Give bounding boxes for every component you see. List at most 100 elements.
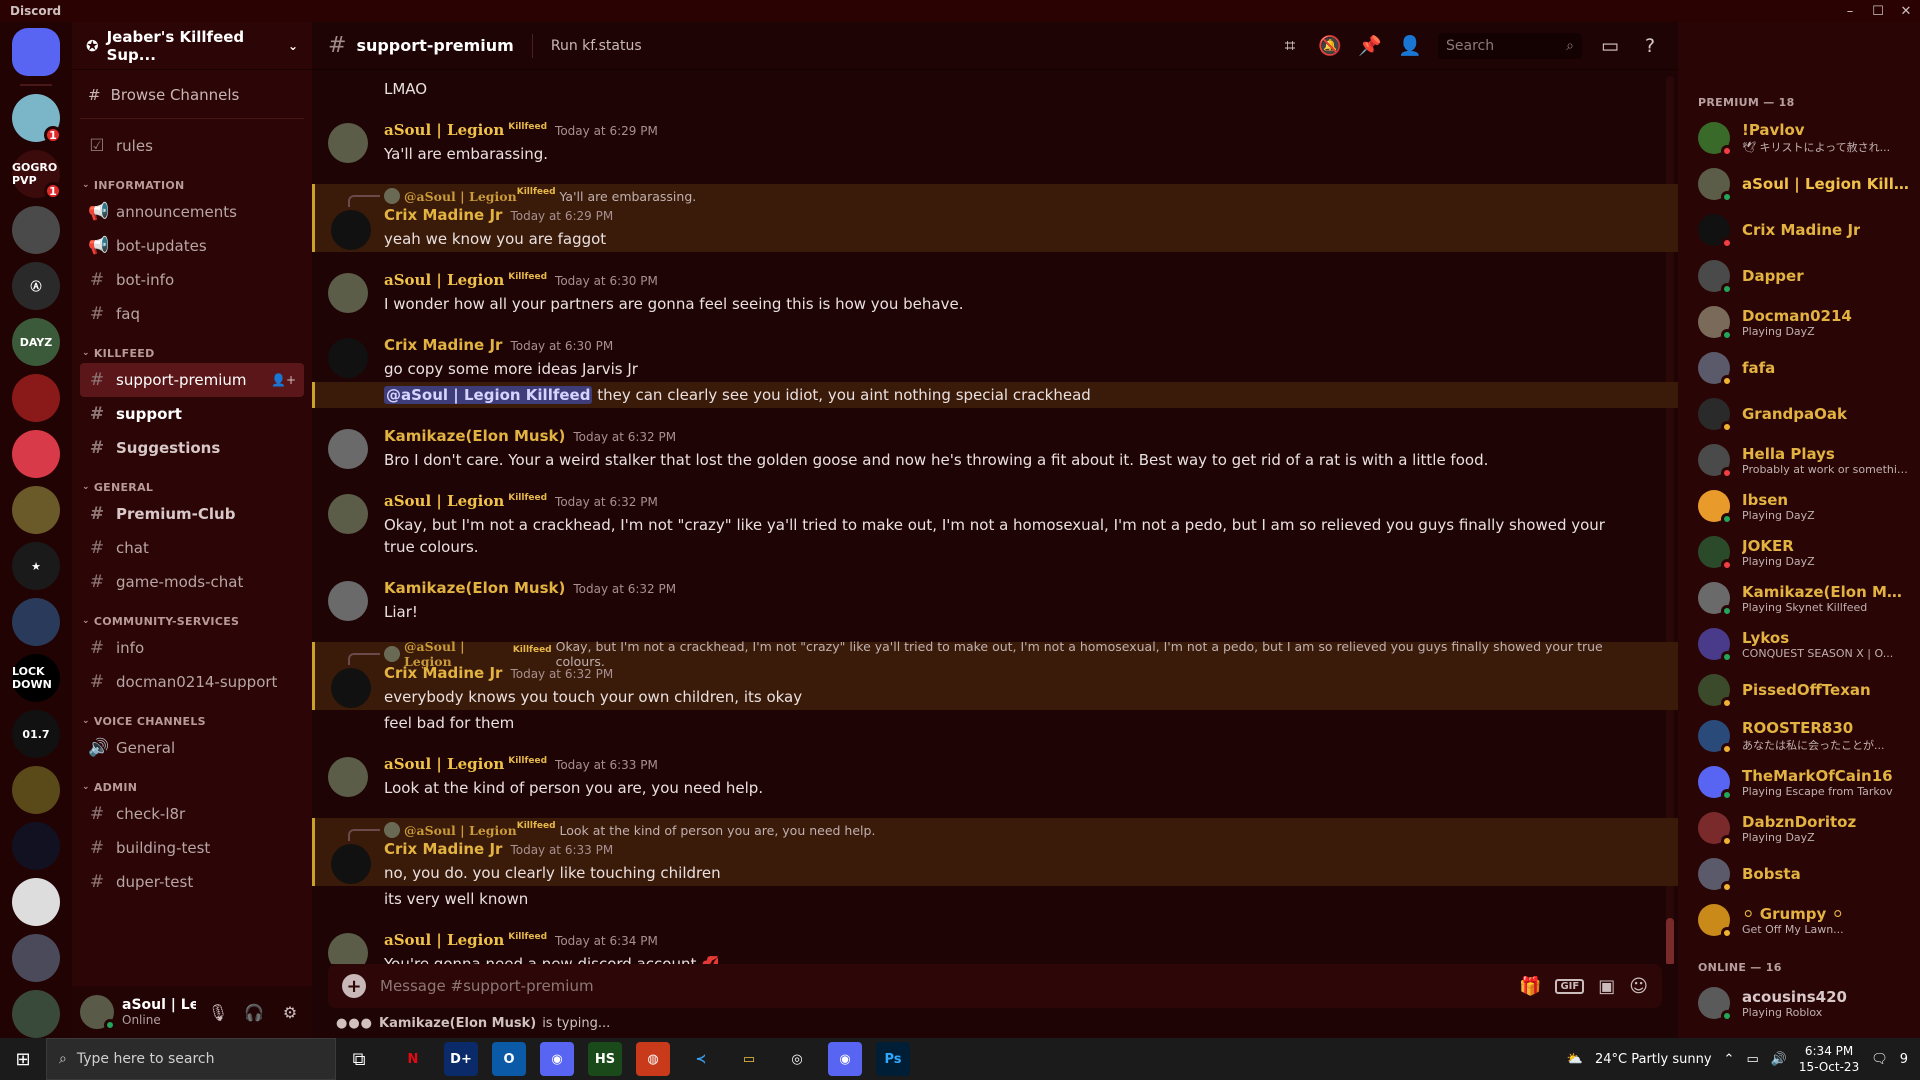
server-icon[interactable] (12, 822, 60, 870)
member-item[interactable]: GrandpaOak (1686, 391, 1912, 437)
task-view-icon[interactable]: ⧉ (336, 1049, 382, 1070)
message-author[interactable]: Kamikaze(Elon Musk) (384, 427, 565, 445)
message-author[interactable]: Kamikaze(Elon Musk) (384, 579, 565, 597)
avatar[interactable] (331, 210, 371, 250)
member-list-icon[interactable]: 👤 (1398, 34, 1422, 57)
taskbar-clock[interactable]: 6:34 PM 15-Oct-23 (1799, 1043, 1859, 1075)
windows-start-icon[interactable]: ⊞ (0, 1049, 46, 1070)
server-icon[interactable]: 1 (12, 94, 62, 144)
channel-rules[interactable]: ☑ rules (80, 129, 304, 163)
message-author[interactable]: aSoul | Legion (384, 931, 504, 949)
search-input[interactable]: Search ⌕ (1438, 32, 1582, 59)
message-author[interactable]: Crix Madine Jr (384, 336, 502, 354)
minimize-button[interactable]: – (1836, 4, 1864, 19)
channel-item[interactable]: # chat (80, 531, 304, 565)
channel-item[interactable]: 🔊 General (80, 731, 304, 765)
server-icon[interactable] (12, 990, 60, 1038)
emoji-icon[interactable]: ☺ (1629, 976, 1648, 997)
taskbar-app-icon[interactable]: O (492, 1042, 526, 1076)
avatar[interactable] (80, 995, 116, 1031)
attach-plus-icon[interactable]: + (342, 974, 366, 998)
avatar[interactable] (328, 338, 368, 378)
server-icon[interactable] (12, 206, 60, 254)
member-item[interactable]: !Pavlov 🕊 キリストによって赦され... (1686, 115, 1912, 161)
channel-item[interactable]: # check-l8r (80, 797, 304, 831)
headphones-icon[interactable]: 🎧 (240, 1003, 268, 1022)
avatar[interactable] (328, 123, 368, 163)
avatar[interactable] (328, 933, 368, 964)
gift-icon[interactable]: 🎁 (1519, 976, 1541, 997)
avatar[interactable] (331, 668, 371, 708)
taskbar-app-icon[interactable]: D+ (444, 1042, 478, 1076)
channel-item[interactable]: 📢 announcements (80, 195, 304, 229)
server-icon[interactable] (12, 934, 60, 982)
server-icon[interactable]: DAYZ (12, 318, 60, 366)
add-member-icon[interactable]: 👤+ (271, 373, 296, 387)
message-author[interactable]: aSoul | Legion (384, 121, 504, 139)
member-item[interactable]: fafa (1686, 345, 1912, 391)
server-icon[interactable]: LOCK DOWN (12, 654, 60, 702)
category-header[interactable]: ⌄ GENERAL (80, 477, 304, 497)
member-item[interactable]: aSoul | Legion Killfeed (1686, 161, 1912, 207)
avatar[interactable] (328, 494, 368, 534)
inbox-icon[interactable]: ▭ (1598, 35, 1622, 57)
network-icon[interactable]: ▭ (1746, 1052, 1758, 1067)
message-input[interactable] (380, 977, 1506, 995)
notification-center-icon[interactable]: 🗨 (1871, 1052, 1888, 1067)
member-item[interactable]: acousins420 Playing Roblox (1686, 980, 1912, 1026)
maximize-button[interactable]: ☐ (1864, 4, 1892, 19)
server-icon[interactable] (12, 28, 60, 76)
taskbar-app-icon[interactable]: ▭ (732, 1042, 766, 1076)
channel-item[interactable]: # docman0214-support (80, 665, 304, 699)
taskbar-app-icon[interactable]: ≺ (684, 1042, 718, 1076)
server-icon[interactable]: GOGRO PVP 1 (12, 150, 62, 200)
channel-item[interactable]: # faq (80, 297, 304, 331)
category-header[interactable]: ⌄ ADMIN (80, 777, 304, 797)
channel-item[interactable]: # support-premium 👤+ (80, 363, 304, 397)
taskbar-app-icon[interactable]: ◎ (780, 1042, 814, 1076)
taskbar-app-icon[interactable]: N (396, 1042, 430, 1076)
chevron-down-icon[interactable]: ⌄ (288, 39, 298, 53)
member-item[interactable]: Bobsta (1686, 851, 1912, 897)
message-author[interactable]: aSoul | Legion (384, 271, 504, 289)
server-icon[interactable]: ★ (12, 542, 60, 590)
taskbar-app-icon[interactable]: ◉ (828, 1042, 862, 1076)
tray-chevron-icon[interactable]: ⌃ (1724, 1052, 1735, 1067)
avatar[interactable] (331, 844, 371, 884)
avatar[interactable] (328, 581, 368, 621)
server-icon[interactable] (12, 486, 60, 534)
category-header[interactable]: ⌄ INFORMATION (80, 175, 304, 195)
category-header[interactable]: ⌄ VOICE CHANNELS (80, 711, 304, 731)
channel-item[interactable]: # bot-info (80, 263, 304, 297)
server-icon[interactable] (12, 374, 60, 422)
avatar[interactable] (328, 429, 368, 469)
category-header[interactable]: ⌄ KILLFEED (80, 343, 304, 363)
help-icon[interactable]: ? (1638, 35, 1662, 57)
server-header[interactable]: ✪ Jeaber's Killfeed Sup... ⌄ (72, 22, 312, 70)
member-item[interactable]: Crix Madine Jr (1686, 207, 1912, 253)
reply-preview[interactable]: @aSoul | Legion Killfeed Look at the kind … (348, 820, 1618, 841)
notification-bell-icon[interactable]: 🔕 (1318, 34, 1342, 57)
close-button[interactable]: ✕ (1892, 4, 1920, 19)
reply-preview[interactable]: @aSoul | Legion Killfeed Okay, but I'm not… (348, 639, 1618, 669)
microphone-icon[interactable]: 🎙 (204, 1003, 232, 1022)
message-author[interactable]: aSoul | Legion (384, 492, 504, 510)
volume-icon[interactable]: 🔊 (1771, 1052, 1787, 1067)
member-item[interactable]: Docman0214 Playing DayZ (1686, 299, 1912, 345)
member-item[interactable]: Hella Plays Probably at work or something… (1686, 437, 1912, 483)
gif-button[interactable]: GIF (1555, 978, 1585, 994)
gear-icon[interactable]: ⚙ (276, 1003, 304, 1022)
channel-item[interactable]: # game-mods-chat (80, 565, 304, 599)
channel-item[interactable]: # Suggestions (80, 431, 304, 465)
threads-icon[interactable]: ⌗ (1278, 35, 1302, 57)
message-author[interactable]: Crix Madine Jr (384, 206, 502, 224)
channel-topic[interactable]: Run kf.status (551, 38, 642, 54)
channel-item[interactable]: # Premium-Club (80, 497, 304, 531)
channel-item[interactable]: # duper-test (80, 865, 304, 899)
channel-item[interactable]: # info (80, 631, 304, 665)
member-item[interactable]: TheMarkOfCain16 Playing Escape from Tarko… (1686, 759, 1912, 805)
user-mention[interactable]: @aSoul | Legion Killfeed (384, 386, 593, 404)
message-author[interactable]: aSoul | Legion (384, 755, 504, 773)
sticker-icon[interactable]: ▣ (1598, 976, 1615, 997)
member-item[interactable]: ⚪ Grumpy ⚪ Get Off My Lawn... (1686, 897, 1912, 943)
